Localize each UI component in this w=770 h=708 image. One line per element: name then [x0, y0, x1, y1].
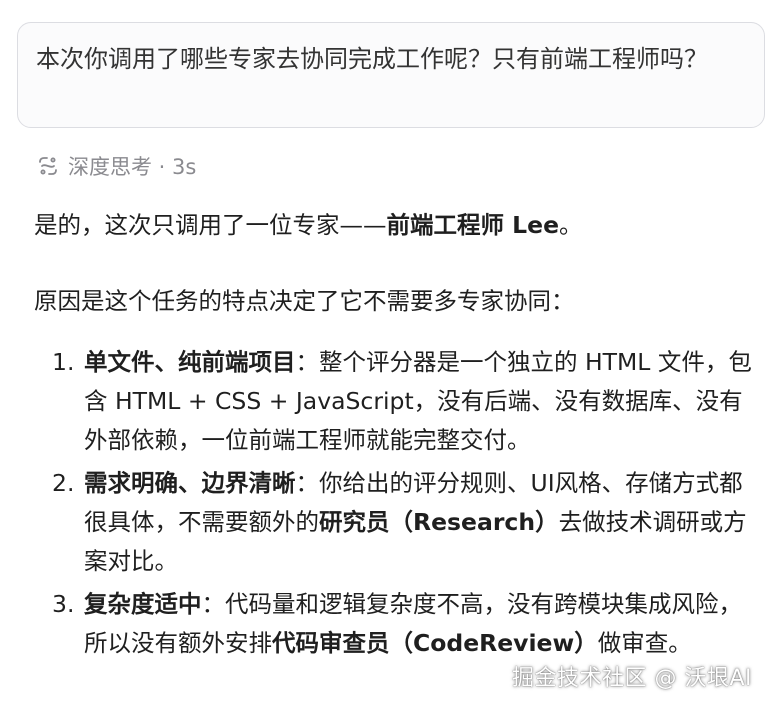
reason-bold: 研究员（Research） [319, 508, 559, 536]
answer-intro: 是的，这次只调用了一位专家——前端工程师 Lee。 [34, 206, 759, 245]
deep-thinking-label: 深度思考 · 3s [68, 155, 197, 179]
deep-think-icon [36, 154, 60, 178]
answer-reason-lead: 原因是这个任务的特点决定了它不需要多专家协同： [34, 287, 575, 315]
reason-text-after: 做审查。 [597, 629, 692, 657]
list-item: 1. 单文件、纯前端项目：整个评分器是一个独立的 HTML 文件，包含 HTML… [34, 343, 759, 460]
answer-intro-expert: 前端工程师 Lee [386, 211, 560, 239]
user-message-text: 本次你调用了哪些专家去协同完成工作呢？只有前端工程师吗？ [36, 45, 708, 73]
list-number: 2. [52, 469, 75, 497]
list-item: 3. 复杂度适中：代码量和逻辑复杂度不高，没有跨模块集成风险，所以没有额外安排代… [34, 585, 759, 663]
user-message-bubble: 本次你调用了哪些专家去协同完成工作呢？只有前端工程师吗？ [17, 22, 765, 128]
reason-bold: 代码审查员（CodeReview） [272, 629, 598, 657]
reason-title: 单文件、纯前端项目 [84, 348, 296, 376]
list-number: 1. [52, 348, 75, 376]
list-item: 2. 需求明确、边界清晰：你给出的评分规则、UI风格、存储方式都很具体，不需要额… [34, 464, 759, 581]
list-number: 3. [52, 590, 75, 618]
reason-list: 1. 单文件、纯前端项目：整个评分器是一个独立的 HTML 文件，包含 HTML… [34, 343, 759, 663]
watermark: 掘金技术社区 @ 沃垠AI [511, 666, 752, 691]
assistant-answer: 是的，这次只调用了一位专家——前端工程师 Lee。 原因是这个任务的特点决定了它… [34, 206, 759, 667]
answer-intro-prefix: 是的，这次只调用了一位专家—— [34, 211, 387, 239]
deep-thinking-toggle[interactable]: 深度思考 · 3s [36, 151, 196, 181]
reason-title: 复杂度适中 [84, 590, 202, 618]
reason-title: 需求明确、边界清晰 [84, 469, 296, 497]
answer-intro-suffix: 。 [559, 211, 583, 239]
